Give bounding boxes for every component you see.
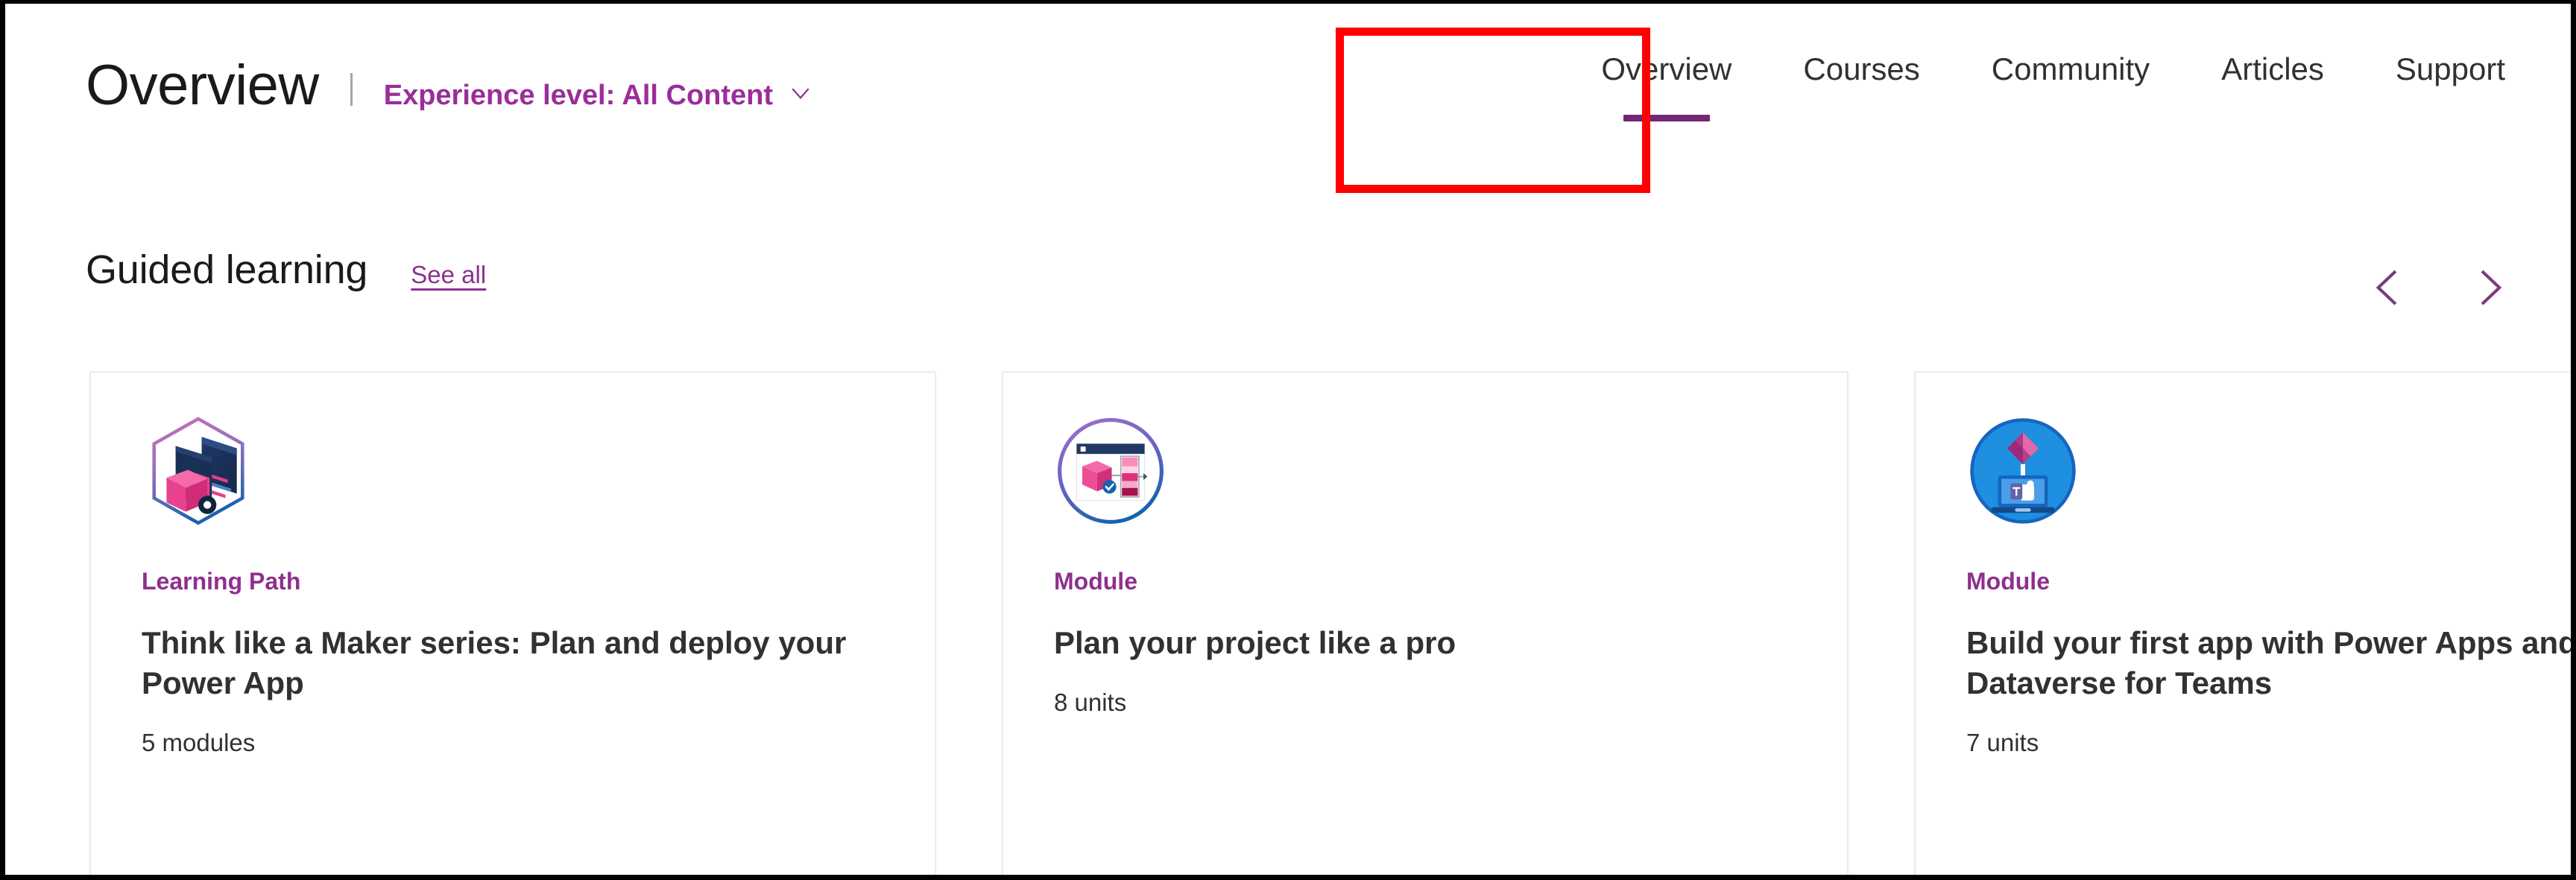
card-title: Build your first app with Power Apps and… — [1966, 625, 2571, 700]
guided-learning-section-header: Guided learning See all — [86, 250, 486, 290]
tab-overview[interactable]: Overview — [1565, 51, 1767, 122]
page-title: Overview — [86, 54, 319, 117]
tab-community-label: Community — [1991, 51, 2150, 86]
learning-card[interactable]: Learning Path Think like a Maker series:… — [89, 371, 936, 875]
card-meta: 8 units — [1054, 688, 1127, 716]
primary-nav-tabs[interactable]: Overview Courses Community Articles Supp… — [1565, 51, 2541, 122]
tab-overview-label: Overview — [1601, 51, 1732, 86]
tab-courses-label: Courses — [1803, 51, 1920, 86]
tab-articles[interactable]: Articles — [2185, 51, 2360, 87]
chevron-left-icon[interactable] — [2367, 266, 2410, 309]
learning-hub-page: Overview Experience level: All Content O… — [5, 4, 2571, 875]
learning-path-hexagon-badge-icon — [142, 414, 255, 528]
screenshot-frame: Overview Experience level: All Content O… — [0, 0, 2576, 880]
tab-active-underline — [1623, 115, 1710, 122]
card-kicker: Module — [1966, 568, 2050, 595]
see-all-link[interactable]: See all — [411, 261, 486, 289]
page-header: Overview Experience level: All Content O… — [5, 4, 2571, 193]
tab-courses[interactable]: Courses — [1767, 51, 1955, 87]
section-title: Guided learning — [86, 247, 368, 292]
tab-articles-label: Articles — [2221, 51, 2324, 86]
learning-card[interactable]: Module Plan your project like a pro 8 un… — [1002, 371, 1849, 875]
card-title: Plan your project like a pro — [1054, 625, 1456, 660]
card-title: Think like a Maker series: Plan and depl… — [142, 625, 847, 700]
module-circle-badge-plan-icon — [1054, 414, 1167, 528]
card-meta: 5 modules — [142, 728, 256, 756]
tab-community[interactable]: Community — [1956, 51, 2185, 87]
tab-support-label: Support — [2395, 51, 2505, 86]
page-title-row: Overview Experience level: All Content — [86, 57, 812, 114]
card-meta: 7 units — [1966, 728, 2039, 756]
chevron-down-icon — [789, 81, 812, 104]
card-kicker: Module — [1054, 568, 1137, 595]
title-divider — [350, 73, 353, 106]
tab-support[interactable]: Support — [2360, 51, 2541, 87]
experience-level-filter-label: Experience level: All Content — [383, 80, 774, 111]
card-kicker: Learning Path — [142, 568, 301, 595]
experience-level-filter[interactable]: Experience level: All Content — [384, 81, 812, 110]
guided-learning-card-list: Learning Path Think like a Maker series:… — [89, 371, 2571, 875]
module-circle-badge-teams-dataverse-icon — [1966, 414, 2080, 528]
learning-card[interactable]: Module Build your first app with Power A… — [1914, 371, 2571, 875]
carousel-controls — [2367, 266, 2511, 309]
chevron-right-icon[interactable] — [2468, 266, 2511, 309]
